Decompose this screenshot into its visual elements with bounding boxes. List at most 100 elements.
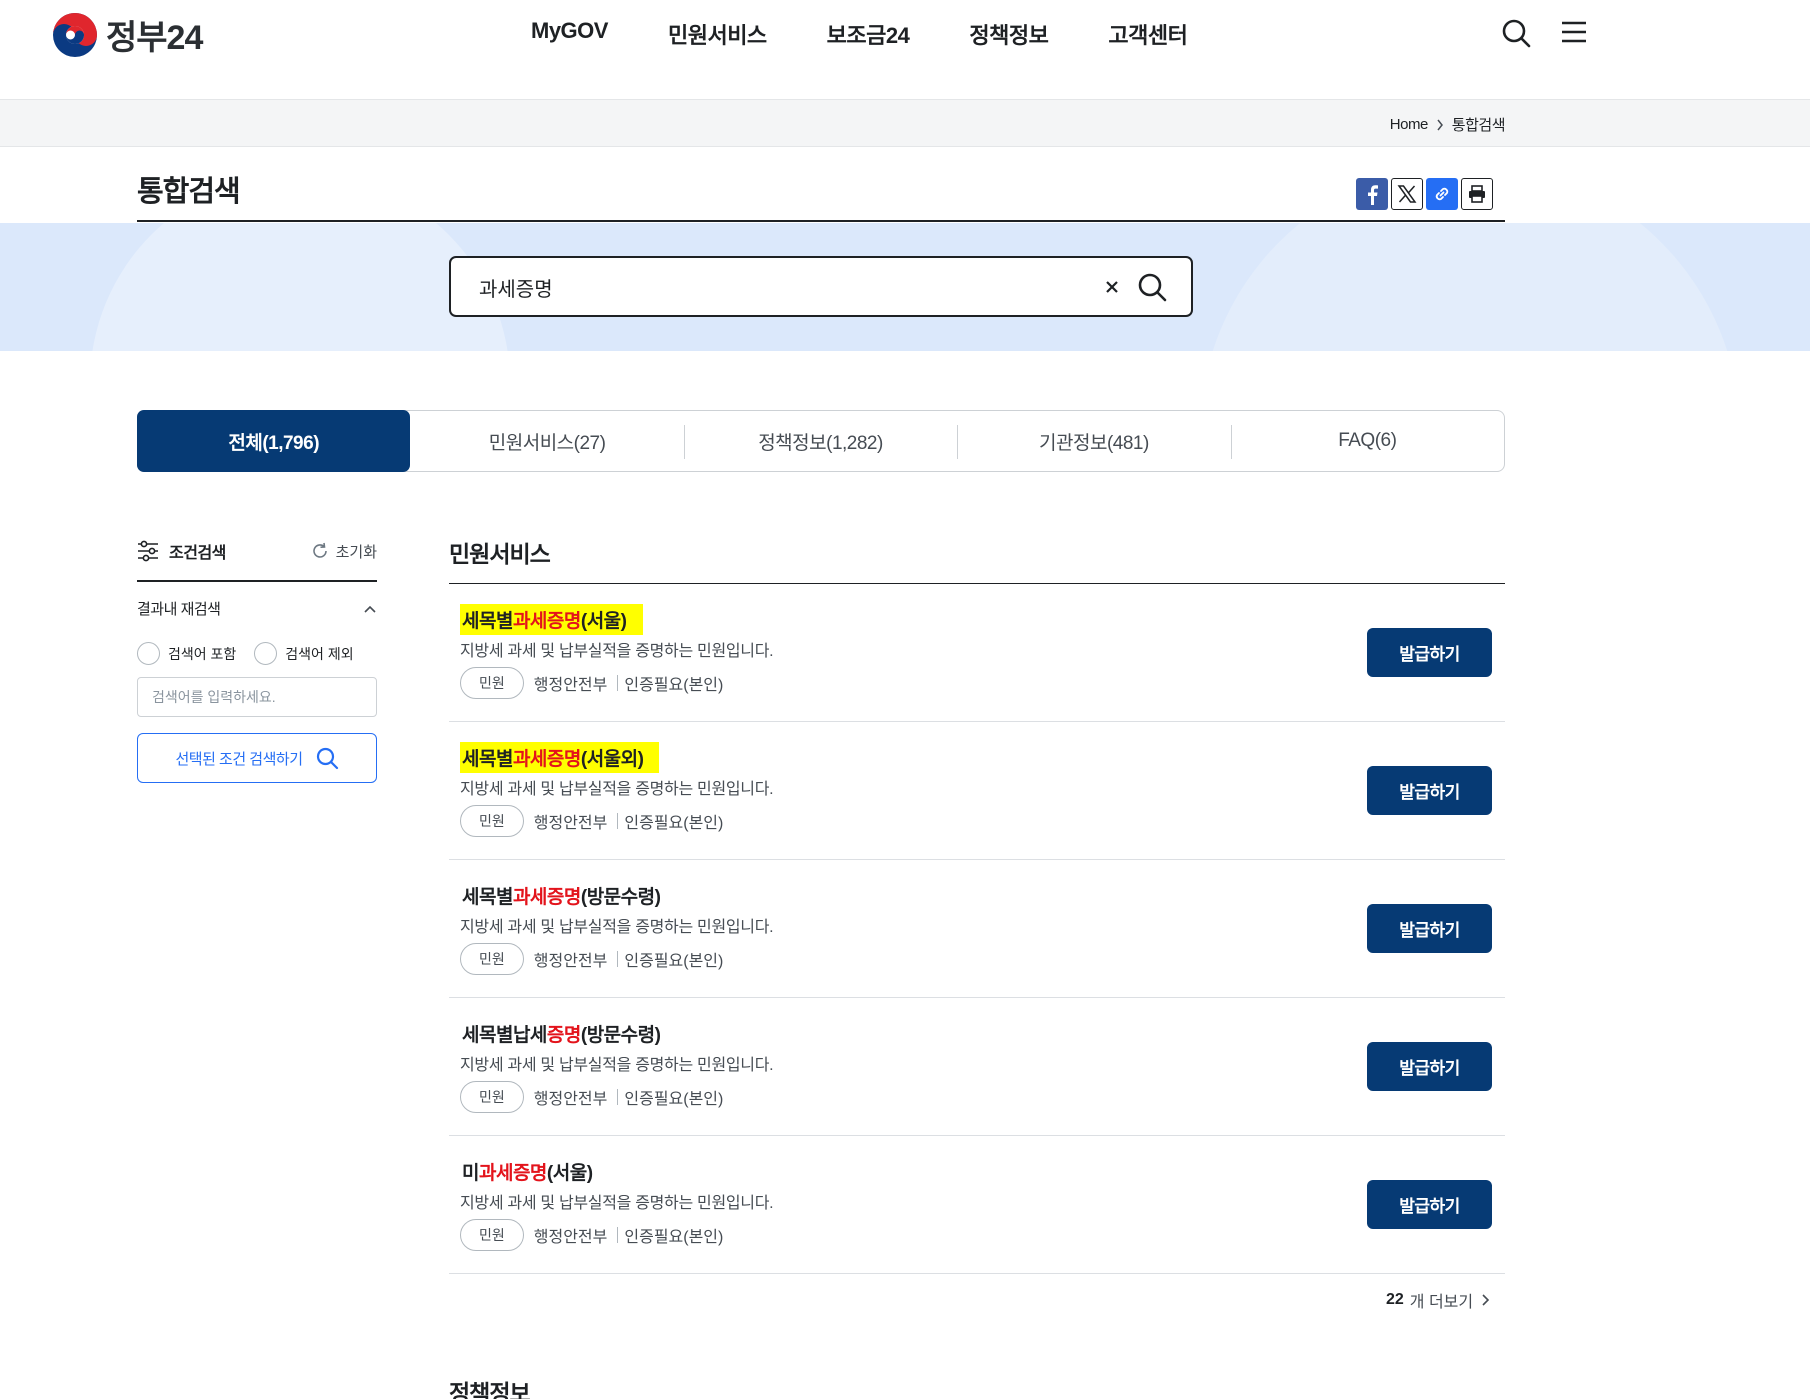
result-title-keyword: 과세증명 — [512, 611, 581, 632]
result-title-pre: 세목별 — [462, 611, 513, 632]
apply-filter-button[interactable]: 선택된 조건 검색하기 — [137, 733, 377, 783]
result-title-post: (서울) — [546, 1163, 593, 1184]
nav-item-customer-center[interactable]: 고객센터 — [1108, 18, 1187, 50]
copy-link-button[interactable] — [1426, 178, 1458, 210]
tab-policy[interactable]: 정책정보(1,282) — [683, 411, 957, 471]
more-count: 22 — [1386, 1291, 1404, 1308]
nav-item-policy[interactable]: 정책정보 — [969, 18, 1048, 50]
refine-search-toggle[interactable]: 결과내 재검색 — [137, 598, 377, 619]
result-title[interactable]: 세목별납세증명(방문수령) — [460, 1018, 662, 1049]
issue-button[interactable]: 발급하기 — [1367, 766, 1492, 815]
more-label: 개 더보기 — [1409, 1294, 1474, 1311]
result-item: 세목별과세증명(서울외) 지방세 과세 및 납부실적을 증명하는 민원입니다. … — [449, 722, 1505, 860]
result-description: 지방세 과세 및 납부실적을 증명하는 민원입니다. — [460, 781, 774, 798]
result-title-keyword: 증명 — [546, 1025, 581, 1046]
result-org: 행정안전부 — [533, 1229, 608, 1246]
tab-faq[interactable]: FAQ(6) — [1230, 411, 1504, 471]
category-badge: 민원 — [460, 667, 524, 699]
section-title-civil-service: 민원서비스 — [449, 541, 551, 567]
breadcrumb-home[interactable]: Home — [1390, 116, 1429, 133]
exclude-keyword-label: 검색어 제외 — [285, 645, 354, 662]
filter-title: 조건검색 — [137, 539, 226, 563]
print-button[interactable] — [1461, 178, 1493, 210]
breadcrumb-bar: Home 통합검색 — [0, 99, 1810, 147]
result-org: 행정안전부 — [533, 677, 608, 694]
reset-button[interactable]: 초기화 — [310, 541, 377, 562]
search-icon[interactable] — [1500, 17, 1532, 49]
chevron-up-icon — [364, 605, 376, 613]
result-description: 지방세 과세 및 납부실적을 증명하는 민원입니다. — [460, 919, 774, 936]
banner-decoration — [90, 223, 510, 351]
tab-all[interactable]: 전체(1,796) — [137, 410, 411, 472]
logo-text: 정부24 — [106, 19, 203, 57]
result-meta: 민원 행정안전부 인증필요(본인) — [460, 1219, 723, 1251]
category-badge: 민원 — [460, 1219, 524, 1251]
result-title-post: (방문수령) — [580, 887, 661, 908]
close-icon[interactable] — [1099, 274, 1125, 300]
result-title-post: (서울) — [580, 611, 627, 632]
result-title[interactable]: 미과세증명(서울) — [460, 1156, 595, 1187]
filter-panel: 조건검색 초기화 결과내 재검색 검색어 포함 검색어 제외 선택된 조건 검색… — [137, 535, 377, 783]
reset-label: 초기화 — [335, 543, 377, 561]
result-meta: 민원 행정안전부 인증필요(본인) — [460, 1081, 723, 1113]
facebook-icon — [1368, 185, 1378, 205]
search-icon[interactable] — [1135, 270, 1169, 304]
page-title: 통합검색 — [137, 176, 241, 208]
filter-title-label: 조건검색 — [169, 545, 226, 562]
nav-item-subsidy[interactable]: 보조금24 — [827, 18, 910, 50]
print-icon — [1469, 185, 1485, 203]
exclude-keyword-radio[interactable]: 검색어 제외 — [254, 642, 354, 665]
nav-item-civil-service[interactable]: 민원서비스 — [668, 18, 767, 50]
nav-item-mygov[interactable]: MyGOV — [531, 18, 608, 50]
result-title[interactable]: 세목별과세증명(서울외) — [460, 742, 660, 773]
facebook-share-button[interactable] — [1356, 178, 1388, 210]
search-input[interactable] — [479, 270, 1039, 304]
menu-icon[interactable] — [1560, 18, 1588, 46]
radio-circle[interactable] — [254, 642, 278, 665]
issue-button[interactable]: 발급하기 — [1367, 904, 1492, 953]
result-meta: 민원 행정안전부 인증필요(본인) — [460, 667, 723, 699]
taeguk-logo-icon — [53, 12, 97, 57]
apply-filter-label: 선택된 조건 검색하기 — [175, 750, 303, 768]
result-auth: 인증필요(본인) — [624, 1229, 724, 1246]
result-auth: 인증필요(본인) — [624, 677, 724, 694]
meta-divider — [617, 951, 619, 967]
result-org: 행정안전부 — [533, 953, 608, 970]
result-meta: 민원 행정안전부 인증필요(본인) — [460, 943, 723, 975]
issue-button[interactable]: 발급하기 — [1367, 1180, 1492, 1229]
result-title-pre: 세목별납세 — [462, 1025, 547, 1046]
result-title[interactable]: 세목별과세증명(방문수령) — [460, 880, 662, 911]
result-meta: 민원 행정안전부 인증필요(본인) — [460, 805, 723, 837]
result-description: 지방세 과세 및 납부실적을 증명하는 민원입니다. — [460, 1195, 774, 1212]
sliders-icon — [138, 540, 158, 562]
filter-header: 조건검색 초기화 — [137, 535, 377, 567]
refine-keyword-input[interactable] — [137, 677, 377, 717]
refine-options: 검색어 포함 검색어 제외 — [137, 642, 377, 665]
refine-search-label: 결과내 재검색 — [137, 601, 221, 618]
x-share-button[interactable] — [1391, 178, 1423, 210]
share-toolbar — [1356, 178, 1493, 210]
result-item: 미과세증명(서울) 지방세 과세 및 납부실적을 증명하는 민원입니다. 민원 … — [449, 1136, 1505, 1274]
x-icon — [1397, 185, 1417, 203]
result-description: 지방세 과세 및 납부실적을 증명하는 민원입니다. — [460, 1057, 774, 1074]
issue-button[interactable]: 발급하기 — [1367, 1042, 1492, 1091]
result-auth: 인증필요(본인) — [624, 953, 724, 970]
search-icon — [316, 747, 338, 770]
chevron-right-icon — [1482, 1294, 1490, 1306]
title-divider — [137, 220, 1505, 222]
more-results-link[interactable]: 22 개 더보기 — [1386, 1288, 1491, 1312]
result-org: 행정안전부 — [533, 815, 608, 832]
result-title-pre: 미 — [462, 1163, 479, 1184]
tab-civil-service[interactable]: 민원서비스(27) — [410, 411, 683, 471]
issue-button[interactable]: 발급하기 — [1367, 628, 1492, 677]
result-title[interactable]: 세목별과세증명(서울) — [460, 604, 643, 635]
result-title-pre: 세목별 — [462, 887, 513, 908]
include-keyword-label: 검색어 포함 — [168, 645, 237, 662]
site-header: 정부24 MyGOV 민원서비스 보조금24 정책정보 고객센터 — [0, 0, 1810, 99]
site-logo[interactable]: 정부24 — [52, 10, 203, 59]
include-keyword-radio[interactable]: 검색어 포함 — [137, 642, 236, 665]
result-title-pre: 세목별 — [462, 749, 513, 770]
radio-circle[interactable] — [137, 642, 160, 665]
result-item: 세목별과세증명(방문수령) 지방세 과세 및 납부실적을 증명하는 민원입니다.… — [449, 860, 1505, 998]
tab-agency[interactable]: 기관정보(481) — [957, 411, 1230, 471]
